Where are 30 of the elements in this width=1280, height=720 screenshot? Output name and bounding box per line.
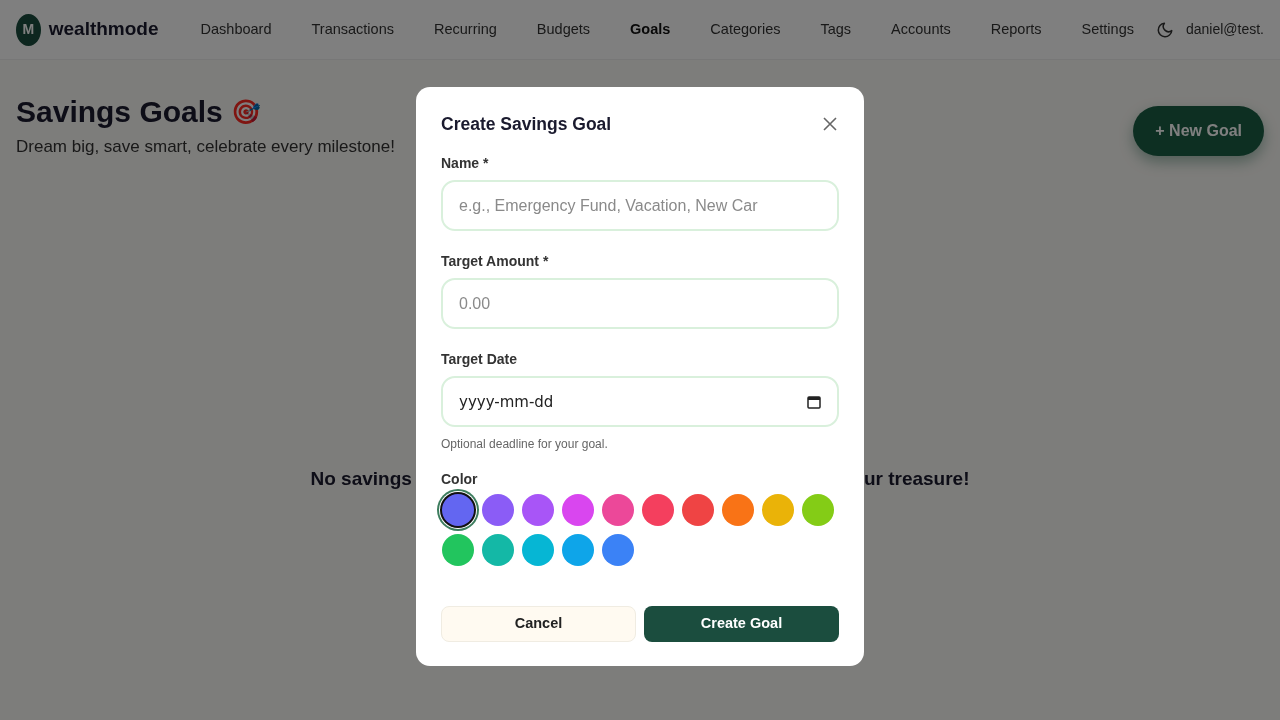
- nav-link[interactable]: Categories: [710, 12, 781, 47]
- brand-name[interactable]: wealthmode: [48, 15, 159, 44]
- modal-title: Create Savings Goal: [441, 113, 612, 136]
- create-goal-button[interactable]: Create Goal: [644, 606, 839, 643]
- field-label: Name *: [441, 154, 490, 174]
- target-emoji-icon: 🎯: [230, 94, 261, 130]
- new-goal-button[interactable]: + New Goal: [1133, 106, 1264, 156]
- nav-link[interactable]: Reports: [990, 12, 1042, 47]
- date-field[interactable]: yyyy-mm-dd: [441, 376, 839, 428]
- nav-link[interactable]: Dashboard: [200, 12, 272, 47]
- text-input-field[interactable]: e.g., Emergency Fund, Vacation, New Car: [441, 180, 839, 232]
- nav-link[interactable]: Tags: [820, 12, 852, 47]
- nav-link[interactable]: Budgets: [536, 12, 591, 47]
- nav-link[interactable]: Goals: [630, 12, 671, 47]
- field-label: Color: [441, 470, 479, 490]
- cancel-button[interactable]: Cancel: [441, 606, 636, 643]
- text-input-field[interactable]: 0.00: [441, 278, 839, 330]
- user-email[interactable]: daniel@test.: [1185, 19, 1264, 40]
- nav-link[interactable]: Accounts: [891, 12, 951, 47]
- nav-link[interactable]: Recurring: [433, 12, 497, 47]
- page-title: Savings Goals: [16, 94, 223, 130]
- page-subtitle: Dream big, save smart, celebrate every milestone!: [16, 136, 395, 158]
- logo-icon[interactable]: M: [16, 13, 41, 46]
- field-label: Target Amount *: [441, 252, 550, 272]
- nav-link[interactable]: Transactions: [311, 12, 394, 47]
- help-text: Optional deadline for your goal.: [441, 436, 609, 454]
- empty-state-text: No savings: [310, 466, 412, 491]
- nav-link[interactable]: Settings: [1081, 12, 1134, 47]
- empty-state-text: ur treasure!: [863, 466, 970, 491]
- field-label: Target Date: [441, 350, 518, 370]
